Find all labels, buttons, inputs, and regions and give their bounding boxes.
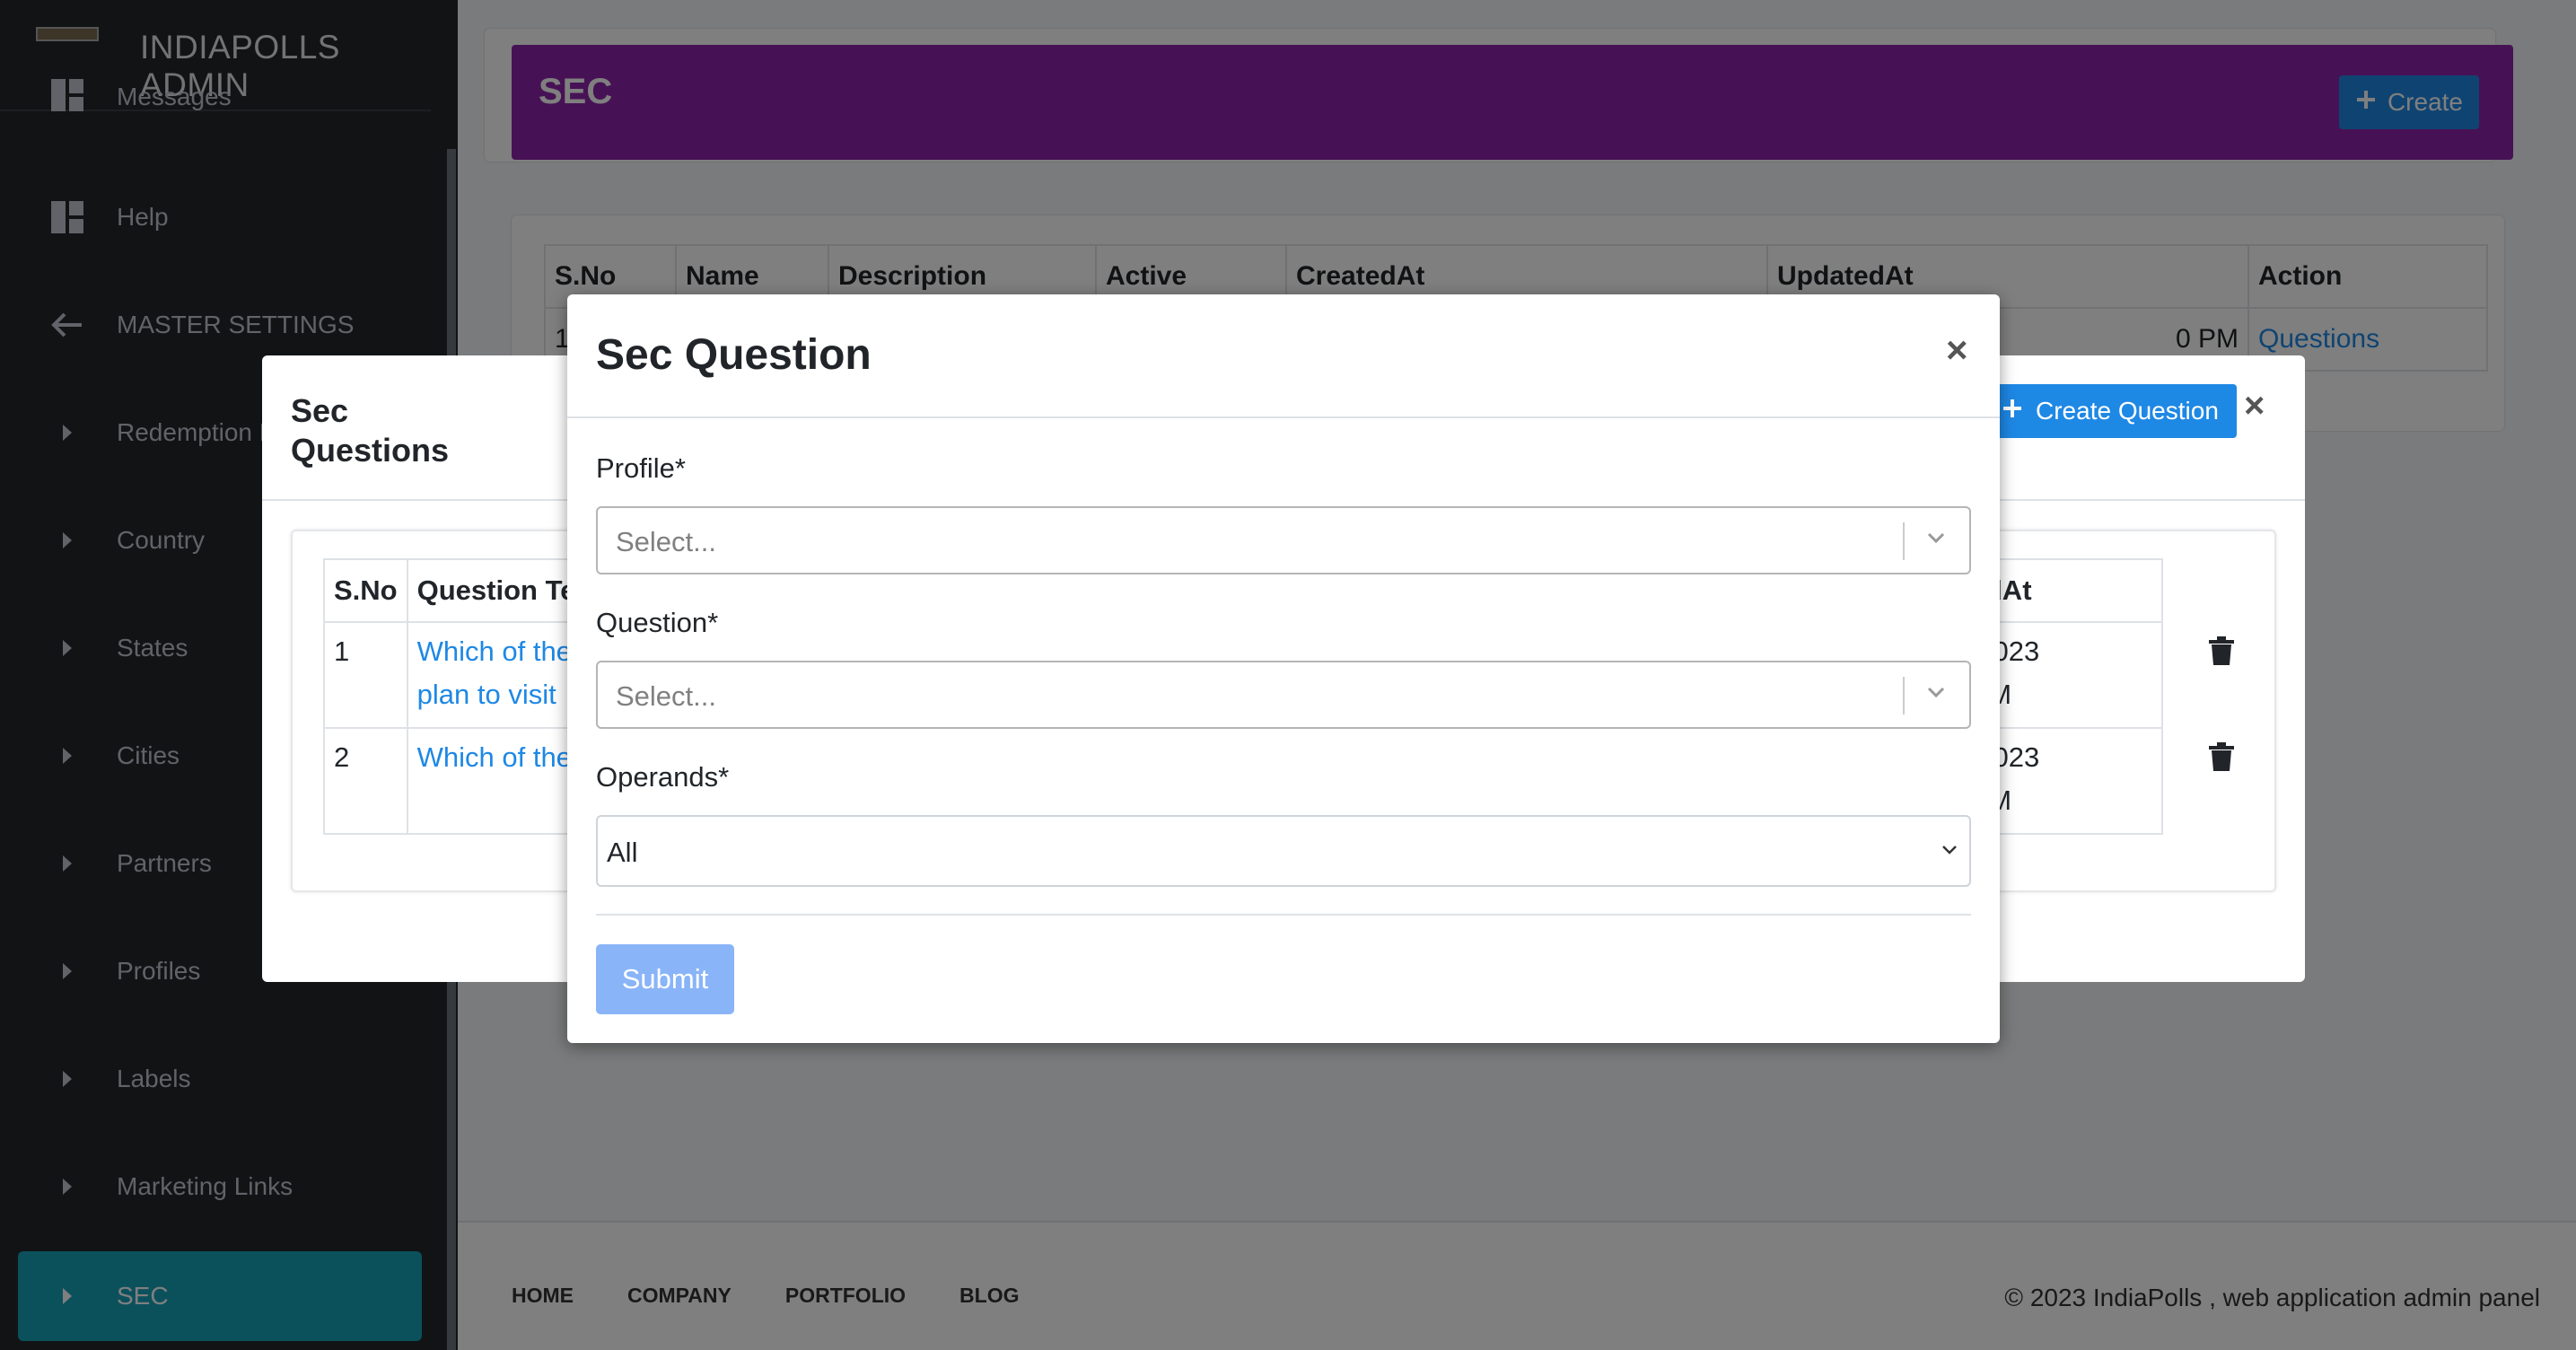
question-text: plan to visit (416, 679, 556, 710)
trash-icon[interactable] (2207, 636, 2236, 666)
modal-title: Sec Questions (291, 392, 450, 469)
select-separator (1903, 677, 1905, 714)
chevron-down-icon (1942, 846, 1957, 855)
operands-label: Operands* (596, 761, 730, 793)
profile-select[interactable]: Select... (596, 506, 1971, 574)
plus-icon (2002, 397, 2023, 425)
operands-select[interactable]: All (596, 815, 1971, 887)
close-icon[interactable]: × (2244, 386, 2265, 426)
create-question-button[interactable]: Create Question (1984, 384, 2237, 438)
cell-sno: 1 (323, 621, 408, 729)
question-select[interactable]: Select... (596, 661, 1971, 729)
close-icon[interactable]: × (1946, 329, 1968, 372)
modal-title: Sec Question (596, 331, 872, 379)
question-link[interactable]: Which of the (417, 741, 572, 773)
question-label: Question* (596, 607, 719, 638)
select-separator (1903, 522, 1905, 560)
col-header: S.No (323, 558, 408, 623)
trash-icon[interactable] (2207, 741, 2236, 772)
chevron-down-icon (1927, 532, 1945, 544)
question-text: Which of the (416, 741, 572, 773)
chevron-down-icon (1927, 687, 1945, 698)
question-placeholder: Select... (616, 680, 716, 712)
cell-sno: 2 (323, 727, 408, 835)
profile-placeholder: Select... (616, 526, 716, 557)
create-question-label: Create Question (2036, 397, 2219, 425)
question-text: Which of the (416, 636, 572, 667)
question-link[interactable]: Which of the plan to visit (417, 636, 572, 710)
sec-question-modal: Sec Question × Profile* Select... Questi… (567, 294, 2000, 1043)
profile-label: Profile* (596, 452, 686, 484)
divider (596, 914, 1971, 916)
submit-button[interactable]: Submit (596, 944, 734, 1014)
operands-value: All (607, 837, 638, 868)
divider (567, 416, 2000, 418)
